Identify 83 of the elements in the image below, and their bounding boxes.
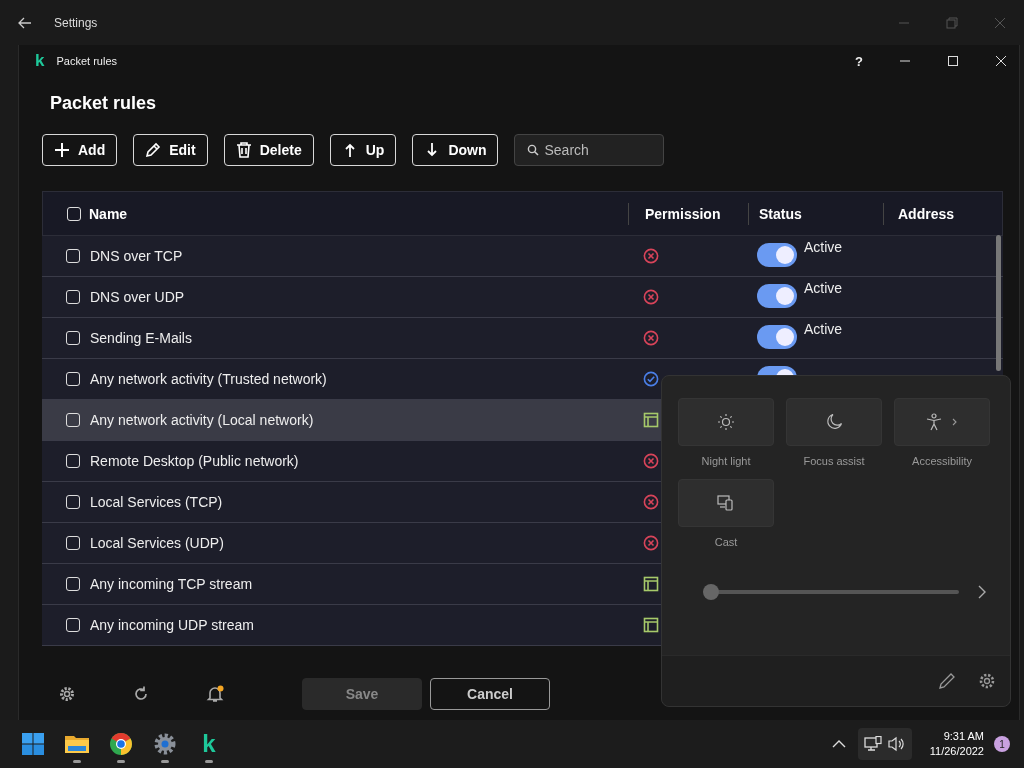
refresh-icon[interactable] <box>132 685 150 703</box>
scrollbar[interactable] <box>996 235 1001 371</box>
tile-label: Cast <box>714 536 738 548</box>
checkbox[interactable] <box>66 495 80 509</box>
quick-setting-tile[interactable] <box>678 479 774 527</box>
search-field[interactable]: Search <box>514 134 665 166</box>
checkbox[interactable] <box>66 372 80 386</box>
settings-icon[interactable] <box>978 672 996 690</box>
rule-name: Any incoming UDP stream <box>90 617 254 633</box>
volume-icon <box>887 736 906 752</box>
table-row[interactable]: DNS over TCP Active <box>42 236 1003 277</box>
checkbox[interactable] <box>66 413 80 427</box>
taskbar-app[interactable]: k <box>196 724 222 764</box>
tray-button[interactable] <box>857 728 912 760</box>
help-button[interactable]: ? <box>855 53 863 69</box>
folder-icon <box>64 733 90 755</box>
rule-name: Any network activity (Trusted network) <box>90 371 327 387</box>
windows-logo-icon <box>21 732 45 756</box>
tile-label: Accessibility <box>912 455 972 467</box>
toolbar-button[interactable]: Up <box>329 134 397 166</box>
plus-icon <box>54 142 70 158</box>
rule-name: Local Services (TCP) <box>90 494 223 510</box>
pencil-icon <box>145 142 162 158</box>
rule-name: Remote Desktop (Public network) <box>90 453 299 469</box>
select-all-checkbox[interactable] <box>67 206 81 221</box>
cancel-button[interactable]: Cancel <box>430 678 550 710</box>
column-header: Status <box>759 205 802 222</box>
back-arrow-icon[interactable] <box>18 16 32 29</box>
checkbox[interactable] <box>66 618 80 632</box>
checkbox[interactable] <box>66 249 80 263</box>
app-logo: k <box>202 732 216 756</box>
trash-icon <box>235 142 252 158</box>
column-header: Name <box>89 205 128 222</box>
tile-label: Night light <box>701 455 751 467</box>
status-text: Active <box>804 321 843 337</box>
status-text: Active <box>804 280 843 296</box>
date-text: 11/26/2022 <box>929 744 984 759</box>
rule-name: DNS over TCP <box>90 248 183 264</box>
gear-icon <box>153 732 177 756</box>
column-header: Address <box>898 205 955 222</box>
window-title: Settings <box>54 15 98 30</box>
toolbar-button[interactable]: Down <box>412 134 499 166</box>
checkbox[interactable] <box>66 290 80 304</box>
toolbar-button[interactable]: Edit <box>133 134 208 166</box>
notification-badge[interactable]: 1 <box>994 736 1010 752</box>
column-header: Permission <box>645 205 721 222</box>
toolbar-button[interactable]: Delete <box>223 134 314 166</box>
page-heading: Packet rules <box>50 92 158 115</box>
checkbox[interactable] <box>66 536 80 550</box>
pencil-icon[interactable] <box>938 672 956 690</box>
rule-name: Any incoming TCP stream <box>90 576 253 592</box>
status-toggle[interactable] <box>757 243 797 267</box>
quick-setting-tile[interactable] <box>786 398 882 446</box>
search-icon <box>527 144 540 156</box>
chevron-up-icon[interactable] <box>831 739 846 749</box>
clock[interactable]: 9:31 AM 11/26/2022 <box>929 729 984 759</box>
bell-icon[interactable] <box>206 685 224 703</box>
app-logo: k <box>35 51 45 71</box>
status-toggle[interactable] <box>757 325 797 349</box>
network-icon <box>863 736 882 752</box>
quick-setting-tile[interactable] <box>678 398 774 446</box>
rule-name: Local Services (UDP) <box>90 535 224 551</box>
cast-icon <box>717 494 735 512</box>
time-text: 9:31 AM <box>943 729 984 744</box>
chevron-right-icon[interactable] <box>977 585 987 599</box>
settings-icon[interactable] <box>58 685 76 703</box>
rule-name: Sending E-Mails <box>90 330 192 346</box>
quick-setting-tile[interactable] <box>894 398 990 446</box>
checkbox[interactable] <box>66 577 80 591</box>
chrome-icon <box>109 732 133 756</box>
status-toggle[interactable] <box>757 284 797 308</box>
rule-name: DNS over UDP <box>90 289 185 305</box>
toolbar-button[interactable]: Add <box>42 134 118 166</box>
checkbox[interactable] <box>66 454 80 468</box>
rule-name: Any network activity (Local network) <box>90 412 314 428</box>
tile-label: Focus assist <box>803 455 865 467</box>
status-text: Active <box>804 239 843 255</box>
checkbox[interactable] <box>66 331 80 345</box>
sun-icon <box>717 413 735 431</box>
maximize-icon[interactable] <box>947 55 959 67</box>
window-title: Packet rules <box>56 55 117 67</box>
accessibility-icon <box>925 413 959 431</box>
moon-icon <box>825 413 843 431</box>
